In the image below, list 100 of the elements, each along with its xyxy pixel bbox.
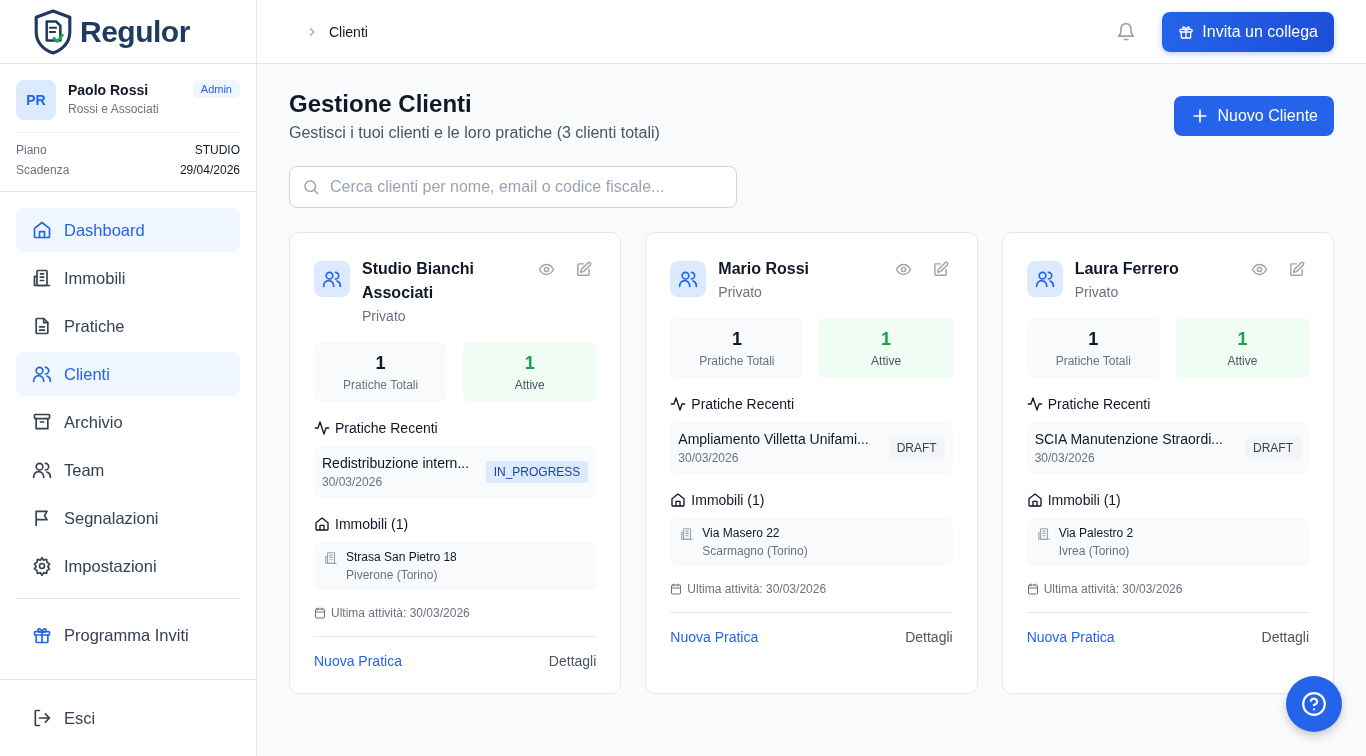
activity-icon [670, 396, 687, 412]
property-address: Strasa San Pietro 18 [346, 550, 458, 564]
client-name: Mario Rossi [718, 259, 810, 279]
breadcrumb-item[interactable]: Clienti [329, 23, 368, 40]
building-icon [324, 551, 338, 565]
case-date: 30/03/2026 [322, 475, 384, 489]
eye-icon [1251, 261, 1268, 278]
stat-label: Attive [514, 377, 545, 392]
details-link[interactable]: Dettagli [548, 653, 597, 669]
sidebar-item[interactable]: Team [16, 448, 240, 492]
edit-icon [1288, 261, 1305, 278]
nav-icon [32, 364, 52, 384]
invite-button[interactable]: Invita un collega [1162, 11, 1334, 52]
sidebar-item[interactable]: Pratiche [16, 304, 240, 348]
users-icon [678, 269, 699, 289]
property-address: Via Palestro 2 [1058, 526, 1135, 540]
calendar-icon [1026, 583, 1039, 595]
search-field[interactable]: Cerca clienti per nome, email o codice fiscale... [289, 166, 737, 208]
new-case-link[interactable]: Nuova Pratica [314, 653, 402, 669]
plan-label: Piano [16, 143, 47, 157]
logout-icon [32, 708, 52, 728]
property-city: Scarmagno (Torino) [702, 544, 809, 558]
plan-value: STUDIO [194, 143, 240, 157]
sidebar-item[interactable]: Immobili [16, 256, 240, 300]
building-icon [680, 527, 695, 541]
recent-case[interactable]: SCIA Manutenzione Straordi... 30/03/2026 DRAFT [1026, 422, 1309, 474]
property-item[interactable]: Via Palestro 2 Ivrea (Torino) [1026, 518, 1309, 566]
stat-value: 1 [881, 328, 892, 350]
last-activity: Ultima attività: 30/03/2026 [331, 606, 470, 620]
case-date: 30/03/2026 [1034, 451, 1096, 465]
nav-icon [32, 268, 52, 288]
logout-button[interactable]: Esci [16, 696, 240, 740]
stat-label: Pratiche Totali [343, 377, 419, 392]
status-badge: DRAFT [1245, 437, 1301, 459]
section-heading: Pratiche Recenti [1047, 396, 1151, 412]
sidebar-item[interactable]: Programma Inviti [16, 613, 240, 657]
property-city: Piverone (Torino) [346, 568, 439, 582]
status-badge: IN_PROGRESS [485, 461, 589, 483]
sidebar-item[interactable]: Impostazioni [16, 544, 240, 588]
activity-icon [314, 420, 330, 436]
sidebar-item[interactable]: Segnalazioni [16, 496, 240, 540]
nav-icon [32, 556, 52, 576]
help-icon [1301, 691, 1327, 717]
gift-icon [32, 625, 52, 645]
stat-label: Attive [871, 353, 902, 368]
details-link[interactable]: Dettagli [1261, 629, 1309, 645]
recent-case[interactable]: Ampliamento Villetta Unifami... 30/03/2026 DRAFT [670, 422, 953, 474]
status-badge: DRAFT [888, 437, 945, 459]
user-avatar: PR [16, 80, 56, 120]
property-city: Ivrea (Torino) [1058, 544, 1131, 558]
client-type: Privato [362, 308, 407, 324]
gift-icon [1178, 23, 1195, 40]
page-title: Gestione Clienti [289, 90, 473, 118]
details-link[interactable]: Dettagli [905, 629, 953, 645]
nav-icon [32, 220, 52, 240]
case-title: Ampliamento Villetta Unifami... [678, 431, 870, 447]
bell-icon [1116, 21, 1137, 42]
new-client-button[interactable]: Nuovo Cliente [1173, 96, 1334, 136]
property-item[interactable]: Strasa San Pietro 18 Piverone (Torino) [314, 542, 597, 590]
eye-icon [538, 261, 556, 278]
stat-label: Pratiche Totali [1055, 353, 1131, 368]
shield-document-icon [32, 7, 74, 56]
section-heading: Pratiche Recenti [691, 396, 795, 412]
edit-icon [931, 261, 949, 278]
sidebar-item[interactable]: Clienti [16, 352, 240, 396]
house-icon [314, 516, 330, 532]
plan-value: 29/04/2026 [179, 163, 240, 177]
stat-label: Attive [1227, 353, 1258, 368]
brand-name: Regulor [80, 14, 190, 49]
stat-value: 1 [1088, 328, 1099, 350]
eye-icon [894, 261, 912, 278]
company-name: Rossi e Associati [68, 102, 160, 116]
house-icon [670, 492, 687, 508]
property-item[interactable]: Via Masero 22 Scarmagno (Torino) [670, 518, 953, 566]
new-case-link[interactable]: Nuova Pratica [670, 629, 759, 645]
stat-value: 1 [731, 328, 742, 350]
house-icon [1026, 492, 1043, 508]
edit-icon [575, 261, 593, 278]
last-activity: Ultima attività: 30/03/2026 [687, 582, 827, 596]
role-badge: Admin [192, 80, 240, 98]
help-button[interactable] [1286, 676, 1342, 732]
search-icon [302, 178, 320, 196]
users-icon [1034, 269, 1055, 289]
client-type: Privato [1074, 284, 1120, 300]
user-name: Paolo Rossi [68, 82, 150, 98]
calendar-icon [314, 607, 326, 619]
client-type: Privato [718, 284, 763, 300]
stat-value: 1 [1237, 328, 1248, 350]
stat-value: 1 [375, 352, 386, 374]
property-address: Via Masero 22 [702, 526, 781, 540]
nav-icon [32, 460, 52, 480]
recent-case[interactable]: Redistribuzione intern... 30/03/2026 IN_PROGRESS [314, 446, 597, 498]
case-date: 30/03/2026 [678, 451, 740, 465]
section-heading: Pratiche Recenti [335, 420, 438, 436]
new-case-link[interactable]: Nuova Pratica [1026, 629, 1115, 645]
page-subtitle: Gestisci i tuoi clienti e le loro pratiche (3 clienti totali) [289, 124, 660, 142]
sidebar-item[interactable]: Dashboard [16, 208, 240, 252]
case-title: Redistribuzione intern... [322, 455, 471, 471]
sidebar-item[interactable]: Archivio [16, 400, 240, 444]
stat-label: Pratiche Totali [699, 353, 775, 368]
